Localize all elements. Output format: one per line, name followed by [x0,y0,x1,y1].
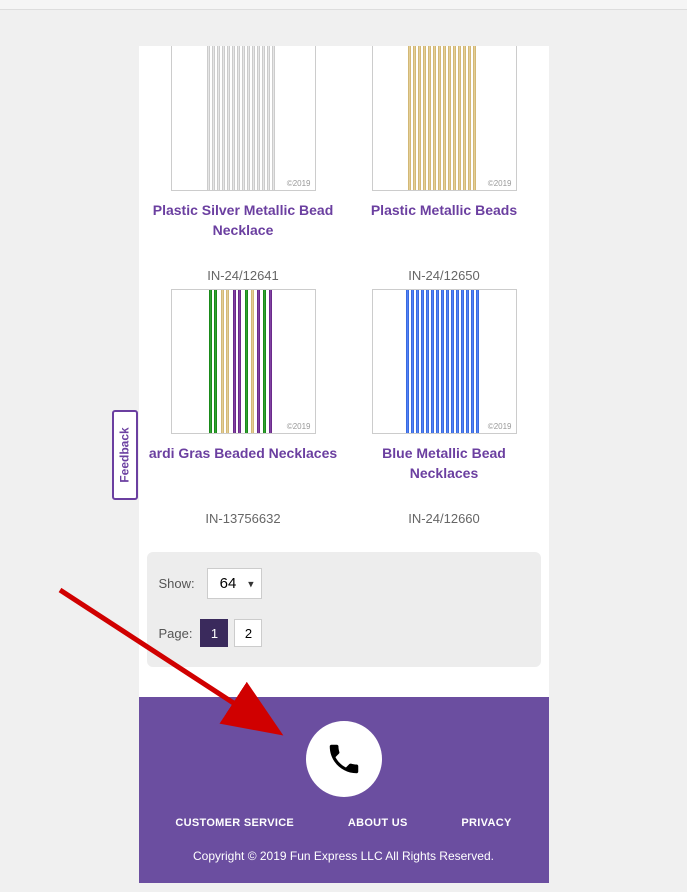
about-us-link[interactable]: ABOUT US [348,817,408,829]
feedback-tab[interactable]: Feedback [112,410,138,500]
product-title-link[interactable]: Blue Metallic Bead Necklaces [349,444,539,483]
image-copyright: ©2019 [488,422,512,431]
product-card: ©2019 Plastic Silver Metallic Bead Neckl… [148,46,338,240]
product-card: IN-24/12650 [349,260,539,483]
show-select-wrapper: 64 [207,568,262,599]
feedback-label: Feedback [118,427,132,482]
product-title-link[interactable]: Plastic Metallic Beads [349,201,539,221]
product-image[interactable]: ©2019 [171,289,316,434]
products-grid: ©2019 Plastic Silver Metallic Bead Neckl… [139,46,549,552]
footer-links: CUSTOMER SERVICE ABOUT US PRIVACY [149,817,539,829]
beads-mardigras-icon [203,290,283,433]
privacy-link[interactable]: PRIVACY [461,817,511,829]
copyright-text: Copyright © 2019 Fun Express LLC All Rig… [149,849,539,863]
product-card: IN-24/12641 ©2019 ardi Gras Beade [148,260,338,483]
product-sku: IN-13756632 [148,511,338,526]
product-card: IN-13756632 [148,503,338,532]
product-image[interactable]: ©2019 [372,289,517,434]
product-card: ©2019 Plastic Metallic Beads [349,46,539,240]
product-title-link[interactable]: ardi Gras Beaded Necklaces [148,444,338,464]
main-content: ©2019 Plastic Silver Metallic Bead Neckl… [139,46,549,883]
show-row: Show: 64 [159,568,529,599]
customer-service-link[interactable]: CUSTOMER SERVICE [175,817,294,829]
product-card: IN-24/12660 [349,503,539,532]
product-sku: IN-24/12641 [148,268,338,283]
footer: CUSTOMER SERVICE ABOUT US PRIVACY Copyri… [139,697,549,883]
page-label: Page: [159,626,193,641]
show-select[interactable]: 64 [207,568,262,599]
product-image[interactable]: ©2019 [171,46,316,191]
image-copyright: ©2019 [287,422,311,431]
page-2-button[interactable]: 2 [234,619,262,647]
phone-button[interactable] [306,721,382,797]
product-title-link[interactable]: Plastic Silver Metallic Bead Necklace [148,201,338,240]
image-copyright: ©2019 [488,179,512,188]
phone-icon [325,740,363,778]
product-sku: IN-24/12650 [349,268,539,283]
beads-blue-icon [404,290,484,433]
product-sku: IN-24/12660 [349,511,539,526]
product-image[interactable]: ©2019 [372,46,517,191]
pagination-controls: Show: 64 Page: 1 2 [147,552,541,667]
image-copyright: ©2019 [287,179,311,188]
beads-gold-icon [404,46,484,190]
page-row: Page: 1 2 [159,619,529,647]
show-label: Show: [159,576,195,591]
beads-silver-icon [203,46,283,190]
top-toolbar [0,0,687,10]
page-1-button[interactable]: 1 [200,619,228,647]
